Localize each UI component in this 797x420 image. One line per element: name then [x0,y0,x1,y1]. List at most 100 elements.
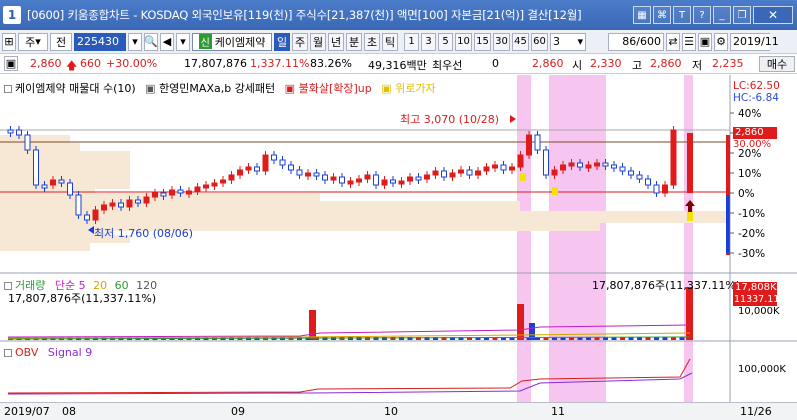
candle-body [245,166,252,171]
volume-tag: 17,808K [733,282,777,294]
low-label: 저 [692,59,703,72]
minimize-icon[interactable]: _ [713,6,731,24]
legend-checkbox-icon[interactable] [4,85,12,93]
candle-body [458,169,464,174]
save-icon[interactable]: ▣ [698,32,712,51]
candle-body [169,189,175,196]
display-count[interactable]: 86/600 [608,32,664,51]
period-year[interactable]: 년 [328,32,344,51]
volume-profile-bar [0,243,90,251]
list-icon[interactable]: ☰ [682,32,696,51]
candle-body [186,190,192,195]
buy-button[interactable]: 매수 [759,56,795,72]
axis-label-11: 11 [551,405,565,418]
period-day[interactable]: 일 [274,32,290,51]
interval-1[interactable]: 1 [404,32,419,51]
candle-body [364,174,371,180]
candle-body [415,176,422,181]
candle-body [628,170,634,176]
info-toggle-icon[interactable]: ▣ [4,56,18,71]
code-dropdown-icon[interactable]: ▾ [128,32,142,51]
price-info-row: ▣ 2,860 🡅 660 +30.00% 17,807,876 1,337.1… [0,55,797,74]
candle-body [211,182,218,187]
candle-body [194,186,201,192]
turnover-rate: 83.26% [310,57,352,70]
settings-icon[interactable]: ⚙ [714,32,728,51]
prev-button[interactable]: 전 [50,32,72,51]
axis-label-11-26: 11/26 [740,405,772,418]
period-second[interactable]: 초 [364,32,380,51]
signal-marker [687,211,693,221]
candle-body [432,170,439,176]
y-tick-label: -20% [738,228,765,240]
high-pointer-icon [510,115,516,123]
candle-body [339,176,345,184]
volume-bar [309,310,316,340]
up-arrow-icon: 🡅 [66,59,78,72]
t-icon[interactable]: T [673,6,691,24]
date-field[interactable]: 2019/11 [730,32,779,51]
candle-body [16,129,22,136]
candle-body [356,178,362,183]
dealer-value: 0 [492,57,499,70]
search-icon[interactable]: 🔍 [144,32,158,51]
stock-code-input[interactable]: 225430 [74,32,126,51]
chart-area[interactable]: 40%30%20%10%0%-10%-20%-30% 케이엠제약 매물대 수(1… [0,75,797,402]
window-title: [0600] 키움종합차트 - KOSDAQ 외국인보유[119(천)] 주식수… [27,8,582,22]
candle-body [254,166,260,172]
candle-body [228,174,235,181]
candle-body [237,169,243,176]
highlight-bands [517,75,693,402]
volume-speaker-icon[interactable]: ◀ [160,32,174,51]
candle-body [611,164,617,169]
candle-body [585,164,592,169]
period-minute[interactable]: 분 [346,32,362,51]
volume-value: 17,807,876 [184,57,247,70]
axis-label-2019-07: 2019/07 [4,405,50,418]
price-range-bar-down [726,195,729,253]
candle-body [347,180,354,185]
interval-15[interactable]: 15 [474,32,491,51]
restore-icon[interactable]: ❐ [733,6,751,24]
candle-body [492,164,498,169]
interval-30[interactable]: 30 [493,32,510,51]
trade-amount: 49,316백만 [368,59,427,72]
market-dropdown[interactable]: 주 ▾ [18,32,48,51]
help-icon[interactable]: ? [693,6,711,24]
period-month[interactable]: 월 [310,32,326,51]
candle-body [670,129,677,186]
candle-body [305,172,311,177]
close-button[interactable]: ✕ [753,6,793,24]
candle-body [313,172,320,177]
stock-name-field[interactable]: 신 케이엠제약 [192,32,272,51]
grid-icon[interactable]: ▦ [633,6,651,24]
candle-body [526,134,532,156]
indicator-maxab: 한영민MAXa,b 강세패턴 [159,82,276,95]
candle-body [322,174,328,181]
transfer-icon[interactable]: ⇄ [666,32,680,51]
toggle-check-icon[interactable]: ⊞ [2,32,16,51]
y-tick-label: 40% [738,108,761,120]
current-price-2: 2,860 [532,57,564,70]
period-week[interactable]: 주 [292,32,308,51]
open-label: 시 [572,59,583,72]
candle-body [517,154,524,168]
high-label: 고 [632,59,643,72]
highlight-band [549,75,606,402]
candle-body [475,170,481,176]
price-tag: 2,860 [733,127,777,139]
link-icon[interactable]: ⌘ [653,6,671,24]
interval-5[interactable]: 5 [438,32,453,51]
high-note: 최고 3,070 (10/28) [400,113,500,126]
interval-60[interactable]: 60 [531,32,548,51]
speaker-dropdown-icon[interactable]: ▾ [176,32,190,51]
chart-toolbar: ⊞ 주 ▾ 전 225430 ▾ 🔍 ◀ ▾ 신 케이엠제약 일 주 월 년 분 초… [0,30,797,54]
interval-10[interactable]: 10 [455,32,472,51]
period-tick[interactable]: 틱 [382,32,398,51]
candle-body [390,179,396,184]
interval-select[interactable]: 3 ▾ [550,32,586,51]
low-price: 2,235 [712,57,744,70]
interval-3[interactable]: 3 [421,32,436,51]
date-axis: 2019/07 08 09 10 11 11/26 [0,402,797,420]
interval-45[interactable]: 45 [512,32,529,51]
